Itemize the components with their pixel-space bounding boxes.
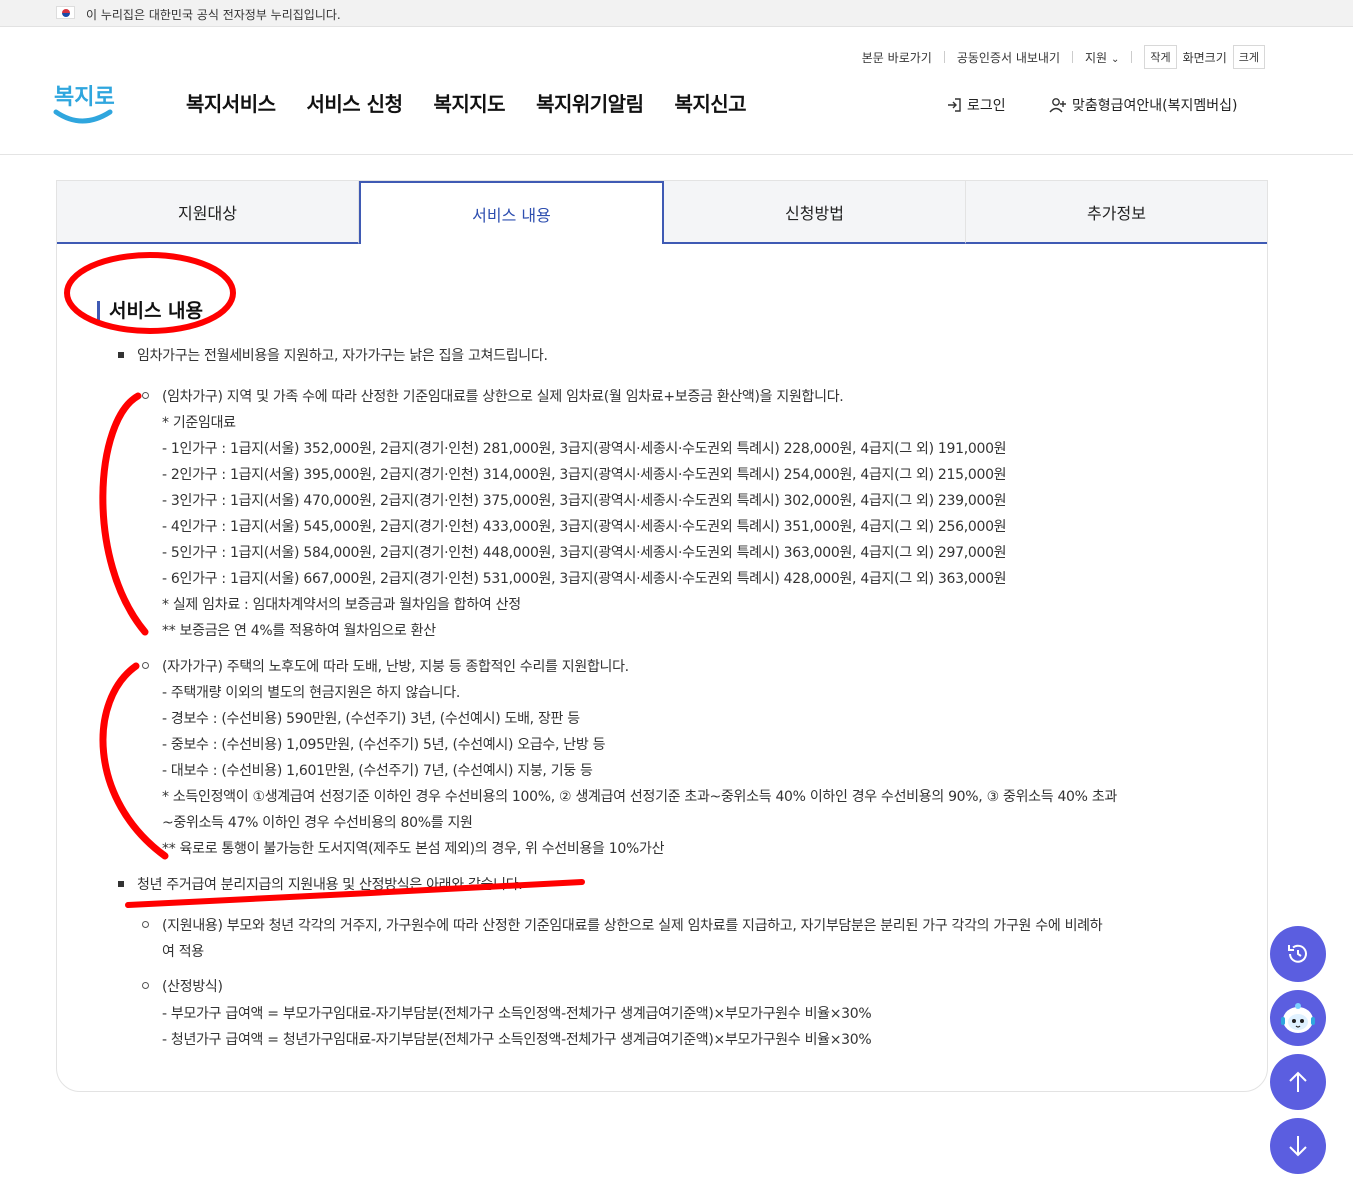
rent-line: * 기준임대료 [162,415,236,431]
font-smaller-button[interactable]: 작게 [1144,45,1177,69]
rent-line: - 5인가구 : 1급지(서울) 584,000원, 2급지(경기·인천) 44… [162,545,1007,561]
login-icon [948,98,961,112]
own-line: - 경보수 : (수선비용) 590만원, (수선주기) 3년, (수선예시) … [162,711,580,727]
chevron-down-icon: ⌄ [1110,53,1120,65]
own-line: (자가가구) 주택의 노후도에 따라 도배, 난방, 지붕 등 종합적인 수리를… [162,659,629,675]
skip-to-content-link[interactable]: 본문 바로가기 [850,49,944,66]
nav-welfare-report[interactable]: 복지신고 [674,88,746,117]
tab-additional-info[interactable]: 추가정보 [966,181,1267,244]
screen-size-label: 화면크기 [1182,50,1227,65]
gov-banner: 이 누리집은 대한민국 공식 전자정부 누리집입니다. [0,0,1353,27]
utility-nav: 본문 바로가기 공동인증서 내보내기 지원 ⌄ 작게 화면크기 크게 [850,45,1271,69]
arrow-up-icon [1289,1071,1307,1092]
header-divider [0,154,1353,155]
nav-service-apply[interactable]: 서비스 신청 [307,88,403,117]
bullet-text: 임차가구는 전월세비용을 지원하고, 자가가구는 낡은 집을 고쳐드립니다. [137,348,548,364]
nav-crisis-alert[interactable]: 복지위기알림 [536,88,644,117]
bullet-circle [142,921,149,928]
youth-support-line: (지원내용) 부모와 청년 각각의 거주지, 가구원수에 따라 산정한 기준임대… [162,918,1103,934]
rent-line: - 1인가구 : 1급지(서울) 352,000원, 2급지(경기·인천) 28… [162,441,1007,457]
login-label: 로그인 [967,98,1006,114]
font-larger-button[interactable]: 크게 [1232,45,1265,69]
history-icon [1288,944,1307,963]
own-line: * 소득인정액이 ①생계급여 선정기준 이하인 경우 수선비용의 100%, ②… [162,789,1117,805]
support-menu[interactable]: 지원 ⌄ [1073,49,1131,66]
own-line: - 대보수 : (수선비용) 1,601만원, (수선주기) 7년, (수선예시… [162,763,593,779]
cert-export-link[interactable]: 공동인증서 내보내기 [945,49,1072,66]
support-label: 지원 [1085,50,1108,65]
tab-how-to-apply[interactable]: 신청방법 [664,181,966,244]
youth-calc-line: (산정방식) [162,979,223,995]
bullet-square [118,352,124,358]
bullet-circle [142,392,149,399]
section-title: 서비스 내용 [97,301,203,321]
bokjiro-logo[interactable]: 복지로 [52,76,116,128]
korea-flag-icon [56,6,75,19]
own-line: - 주택개량 이외의 별도의 현금지원은 하지 않습니다. [162,685,460,701]
chatbot-icon [1281,1003,1315,1033]
youth-support-line: 여 적용 [162,944,204,960]
rent-line: - 2인가구 : 1급지(서울) 395,000원, 2급지(경기·인천) 31… [162,467,1007,483]
svg-text:복지로: 복지로 [54,85,115,110]
membership-button[interactable]: 맞춤형급여안내(복지멤버십) [1049,95,1237,115]
bullet-circle [142,662,149,669]
rent-line: ** 보증금은 연 4%를 적용하여 월차임으로 환산 [162,623,436,639]
rent-line: - 3인가구 : 1급지(서울) 470,000원, 2급지(경기·인천) 37… [162,493,1007,509]
main-nav: 복지서비스 서비스 신청 복지지도 복지위기알림 복지신고 [186,88,777,117]
history-button[interactable] [1270,926,1326,982]
scroll-bottom-button[interactable] [1270,1118,1326,1174]
rent-line: - 6인가구 : 1급지(서울) 667,000원, 2급지(경기·인천) 53… [162,571,1007,587]
gov-banner-text: 이 누리집은 대한민국 공식 전자정부 누리집입니다. [86,8,341,22]
logo-mark: 복지로 [53,85,115,124]
user-add-icon [1049,98,1066,113]
divider [1131,51,1133,63]
tab-eligibility[interactable]: 지원대상 [57,181,359,244]
login-button[interactable]: 로그인 [946,95,1006,115]
rent-line: (임차가구) 지역 및 가족 수에 따라 산정한 기준임대료를 상한으로 실제 … [162,389,844,405]
bullet-circle [142,982,149,989]
own-line: ~중위소득 47% 이하인 경우 수선비용의 80%를 지원 [162,815,473,831]
chatbot-button[interactable] [1270,990,1326,1046]
membership-label: 맞춤형급여안내(복지멤버십) [1072,98,1238,114]
bullet-square [118,881,124,887]
youth-calc-line: - 청년가구 급여액 = 청년가구임대료-자기부담분(전체가구 소득인정액-전체… [162,1032,872,1048]
scroll-top-button[interactable] [1270,1054,1326,1110]
own-line: ** 육로로 통행이 불가능한 도서지역(제주도 본섬 제외)의 경우, 위 수… [162,841,665,857]
nav-welfare-map[interactable]: 복지지도 [433,88,505,117]
rent-line: * 실제 임차료 : 임대차계약서의 보증금과 월차임을 합하여 산정 [162,597,521,613]
tab-bar: 지원대상 서비스 내용 신청방법 추가정보 [57,181,1267,244]
arrow-down-icon [1289,1136,1307,1157]
own-line: - 중보수 : (수선비용) 1,095만원, (수선주기) 5년, (수선예시… [162,737,606,753]
tab-service-content[interactable]: 서비스 내용 [359,181,664,244]
youth-calc-line: - 부모가구 급여액 = 부모가구임대료-자기부담분(전체가구 소득인정액-전체… [162,1006,872,1022]
rent-line: - 4인가구 : 1급지(서울) 545,000원, 2급지(경기·인천) 43… [162,519,1007,535]
bullet-text: 청년 주거급여 분리지급의 지원내용 및 산정방식은 아래와 같습니다. [137,877,523,893]
nav-welfare-service[interactable]: 복지서비스 [186,88,276,117]
